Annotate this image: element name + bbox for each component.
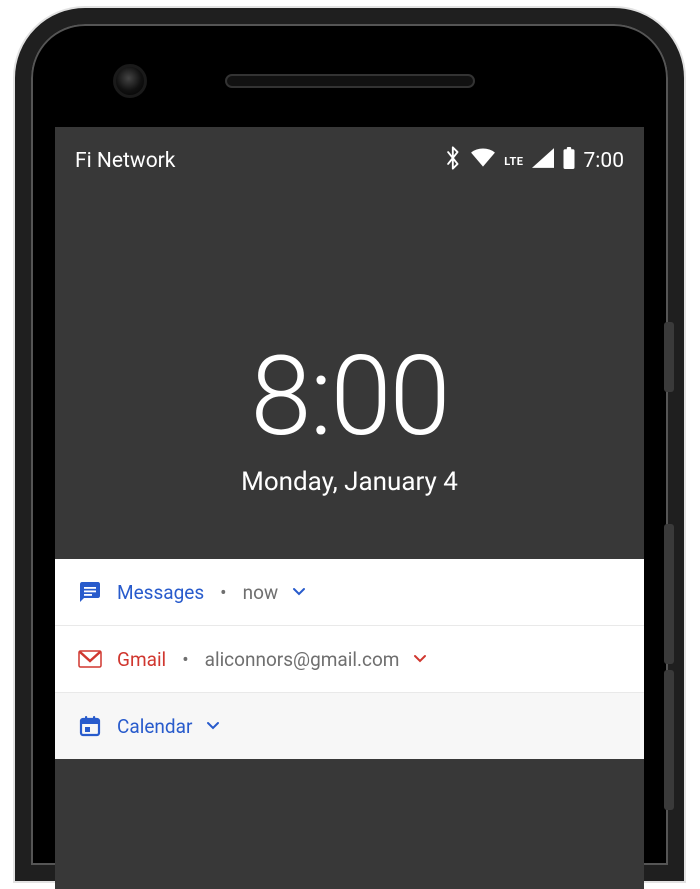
wifi-icon	[470, 148, 496, 174]
chevron-down-icon	[292, 587, 306, 597]
volume-down-button	[664, 670, 674, 810]
notification-app-name: Gmail	[117, 648, 166, 671]
phone-screen: Fi Network LTE 7:00 8:00 Monday	[55, 127, 644, 889]
gmail-icon	[77, 646, 103, 672]
phone-frame: Fi Network LTE 7:00 8:00 Monday	[15, 8, 684, 881]
lte-label: LTE	[504, 155, 523, 168]
speaker-grill	[225, 74, 475, 88]
chevron-down-icon	[206, 721, 220, 731]
lock-screen-clock: 8:00 Monday, January 4	[55, 332, 644, 497]
front-camera	[113, 64, 147, 98]
notification-app-name: Calendar	[117, 715, 192, 738]
power-button	[664, 322, 674, 392]
status-time: 7:00	[584, 149, 625, 173]
battery-icon	[562, 147, 576, 175]
clock-date: Monday, January 4	[55, 467, 644, 497]
notification-messages[interactable]: Messages • now	[55, 559, 644, 626]
clock-time: 8:00	[55, 332, 644, 461]
notification-app-name: Messages	[117, 581, 204, 604]
status-icons: LTE 7:00	[446, 145, 624, 177]
messages-icon	[77, 579, 103, 605]
notification-detail: now	[243, 581, 279, 604]
volume-up-button	[664, 524, 674, 664]
calendar-icon	[77, 713, 103, 739]
bluetooth-icon	[446, 145, 462, 177]
notification-detail: aliconnors@gmail.com	[205, 648, 400, 671]
chevron-down-icon	[413, 654, 427, 664]
carrier-label: Fi Network	[75, 149, 175, 173]
notification-calendar[interactable]: Calendar	[55, 693, 644, 759]
notification-list: Messages • now Gmail • aliconnors@gmail.…	[55, 559, 644, 759]
status-bar: Fi Network LTE 7:00	[55, 127, 644, 177]
notification-gmail[interactable]: Gmail • aliconnors@gmail.com	[55, 626, 644, 693]
cellular-signal-icon	[532, 148, 554, 174]
